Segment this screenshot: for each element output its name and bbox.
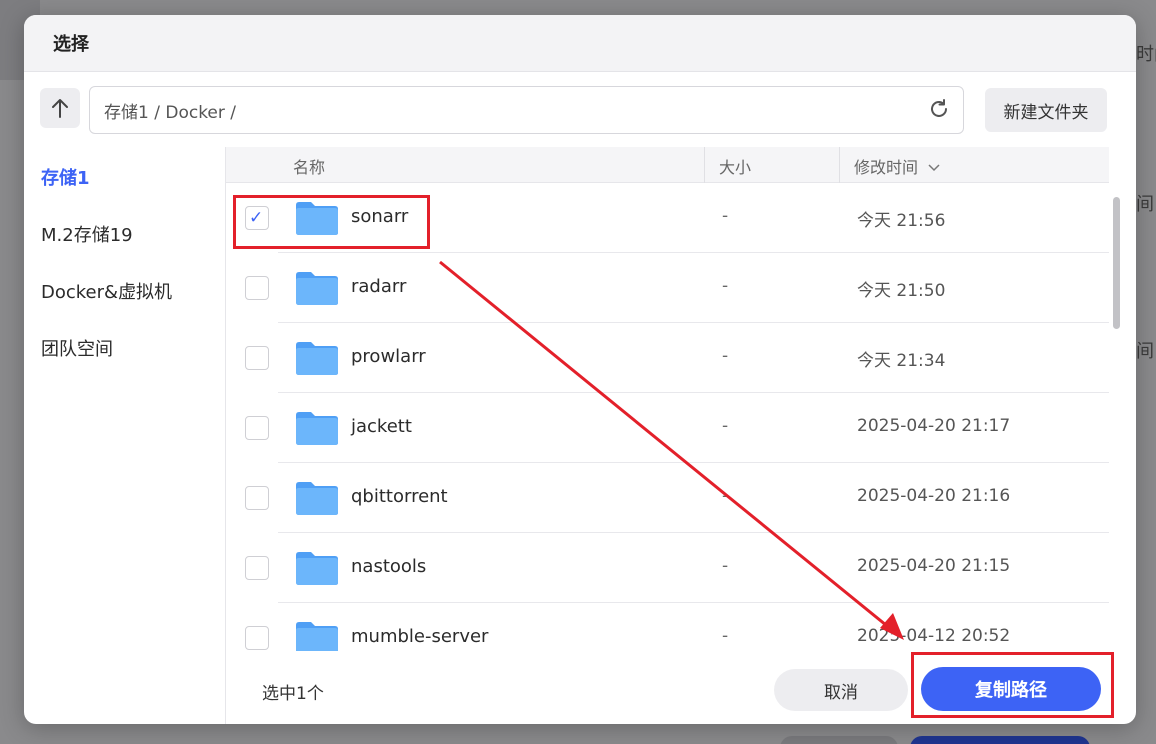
cancel-button[interactable]: 取消 [774,669,908,711]
scrollbar[interactable] [1113,197,1120,329]
file-size: - [722,556,729,576]
file-size: - [722,206,729,226]
sidebar-item-storage1[interactable]: 存储1 [41,164,90,190]
new-folder-button[interactable]: 新建文件夹 [985,88,1107,132]
file-list-panel: 名称 大小 修改时间 ✓ sonarr - 今天 21:56 radarr - … [225,147,1122,724]
file-modified: 今天 21:50 [857,281,946,301]
dialog-title: 选择 [53,34,89,55]
file-modified: 今天 21:56 [857,211,946,231]
file-name: jackett [351,416,412,437]
path-field[interactable]: 存储1 / Docker / [89,86,964,134]
row-checkbox[interactable] [245,486,269,510]
file-name: nastools [351,556,427,577]
arrow-up-icon [52,99,68,118]
column-divider [704,147,705,183]
file-row[interactable]: jackett - 2025-04-20 21:17 [226,393,1109,463]
row-checkbox[interactable] [245,626,269,650]
path-text: 存储1 / Docker / [104,102,237,123]
file-name: qbittorrent [351,486,448,507]
file-list: ✓ sonarr - 今天 21:56 radarr - 今天 21:50 pr… [226,183,1109,651]
file-row[interactable]: qbittorrent - 2025-04-20 21:16 [226,463,1109,533]
dialog-header: 选择 [24,15,1136,72]
folder-icon [296,412,338,445]
file-row[interactable]: prowlarr - 今天 21:34 [226,323,1109,393]
folder-icon [296,552,338,585]
file-size: - [722,416,729,436]
file-name: prowlarr [351,346,426,367]
file-list-header: 名称 大小 修改时间 [226,147,1109,183]
dialog-footer: 选中1个 取消 复制路径 [226,651,1123,724]
column-name[interactable]: 名称 [293,154,325,178]
background-button [910,736,1090,744]
selected-count: 选中1个 [262,684,324,704]
file-name: mumble-server [351,626,489,647]
column-size[interactable]: 大小 [719,154,751,178]
chevron-down-icon [928,164,940,172]
file-size: - [722,486,729,506]
column-divider [839,147,840,183]
row-checkbox[interactable] [245,556,269,580]
folder-icon [296,202,338,235]
file-name: radarr [351,276,407,297]
row-checkbox[interactable]: ✓ [245,206,269,230]
folder-icon [296,482,338,515]
row-checkbox[interactable] [245,416,269,440]
file-size: - [722,346,729,366]
file-modified: 2025-04-20 21:15 [857,556,1011,576]
background-text: 间 [1136,341,1154,362]
background-button [780,736,898,744]
storage-sidebar: 存储1 M.2存储19 Docker&虚拟机 团队空间 [24,147,224,724]
background-text: 时间 [1136,44,1156,65]
file-modified: 2025-04-20 21:17 [857,416,1011,436]
file-row[interactable]: ✓ sonarr - 今天 21:56 [226,183,1109,253]
folder-icon [296,272,338,305]
folder-icon [296,622,338,651]
row-checkbox[interactable] [245,346,269,370]
file-row[interactable]: nastools - 2025-04-20 21:15 [226,533,1109,603]
check-icon: ✓ [249,208,264,228]
up-directory-button[interactable] [40,88,80,128]
file-modified: 2025-04-20 21:16 [857,486,1011,506]
background-text: 间 [1136,194,1154,215]
file-size: - [722,276,729,296]
folder-icon [296,342,338,375]
copy-path-button[interactable]: 复制路径 [921,667,1101,711]
refresh-icon[interactable] [927,98,951,122]
sidebar-item-m2-storage19[interactable]: M.2存储19 [41,221,133,247]
row-checkbox[interactable] [245,276,269,300]
sidebar-item-docker-vm[interactable]: Docker&虚拟机 [41,278,172,304]
file-size: - [722,626,729,646]
sidebar-item-team-space[interactable]: 团队空间 [41,335,113,361]
file-row[interactable]: radarr - 今天 21:50 [226,253,1109,323]
file-name: sonarr [351,206,409,227]
path-toolbar: 存储1 / Docker / 新建文件夹 [40,86,1107,134]
column-modified-label: 修改时间 [854,158,919,177]
file-row[interactable]: mumble-server - 2025-04-12 20:52 [226,603,1109,651]
file-modified: 今天 21:34 [857,351,946,371]
file-modified: 2025-04-12 20:52 [857,626,1011,646]
column-modified[interactable]: 修改时间 [854,154,941,178]
select-dialog: 选择 存储1 / Docker / 新建文件夹 存储1 M.2存储19 Dock… [24,15,1136,724]
